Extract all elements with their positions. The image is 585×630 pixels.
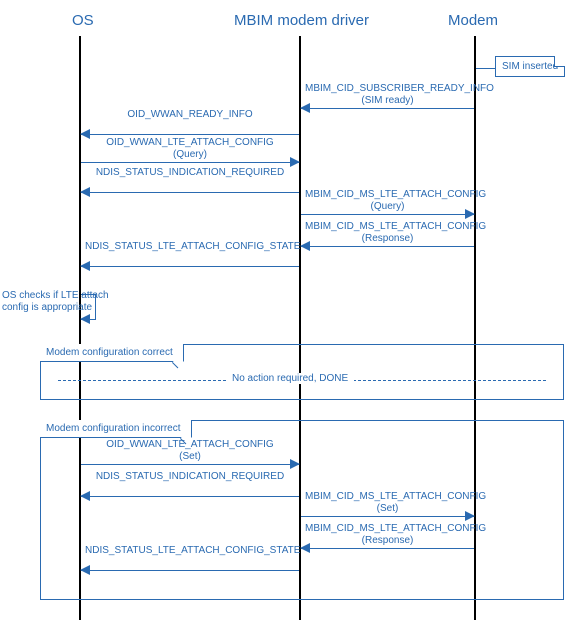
- msg-ndis-lte-attach-state: NDIS_STATUS_LTE_ATTACH_CONFIG_STATE: [81, 254, 299, 255]
- msg-ndis-indication-required: NDIS_STATUS_INDICATION_REQUIRED: [81, 180, 299, 181]
- group-config-incorrect-label: Modem configuration incorrect: [40, 420, 192, 438]
- msg-mbim-lte-attach-set: MBIM_CID_MS_LTE_ATTACH_CONFIG (Set): [301, 504, 474, 505]
- self-arrow-os-check: [81, 294, 96, 320]
- msg-label: MBIM_CID_SUBSCRIBER_READY_INFO: [305, 83, 470, 95]
- msg-label: OID_WWAN_READY_INFO: [127, 109, 252, 120]
- participant-os-label: OS: [72, 12, 94, 29]
- group-config-correct-label: Modem configuration correct: [40, 344, 184, 362]
- msg-mbim-lte-attach-response-2: MBIM_CID_MS_LTE_ATTACH_CONFIG (Response): [301, 536, 474, 537]
- msg-label-sub: (Response): [305, 535, 470, 547]
- msg-label-sub: (SIM ready): [305, 95, 470, 107]
- msg-label: MBIM_CID_MS_LTE_ATTACH_CONFIG: [305, 221, 470, 233]
- participant-modem-label: Modem: [448, 12, 498, 29]
- msg-label: NDIS_STATUS_LTE_ATTACH_CONFIG_STATE: [85, 545, 300, 556]
- msg-label: MBIM_CID_MS_LTE_ATTACH_CONFIG: [305, 523, 470, 535]
- note-connector: [476, 68, 495, 69]
- msg-ndis-lte-attach-state-2: NDIS_STATUS_LTE_ATTACH_CONFIG_STATE: [81, 558, 299, 559]
- msg-label-sub: (Response): [305, 233, 470, 245]
- msg-oid-lte-attach-query: OID_WWAN_LTE_ATTACH_CONFIG (Query): [81, 150, 299, 151]
- msg-label: MBIM_CID_MS_LTE_ATTACH_CONFIG: [305, 491, 470, 503]
- msg-mbim-lte-attach-query: MBIM_CID_MS_LTE_ATTACH_CONFIG (Query): [301, 202, 474, 203]
- msg-ndis-indication-required-2: NDIS_STATUS_INDICATION_REQUIRED: [81, 484, 299, 485]
- note-sim-inserted: SIM inserted: [495, 56, 565, 77]
- msg-label: NDIS_STATUS_LTE_ATTACH_CONFIG_STATE: [85, 241, 300, 252]
- msg-label: MBIM_CID_MS_LTE_ATTACH_CONFIG: [305, 189, 470, 201]
- note-sim-inserted-text: SIM inserted: [502, 61, 558, 72]
- msg-label-sub: (Query): [85, 149, 295, 161]
- msg-label-sub: (Set): [85, 451, 295, 463]
- msg-oid-lte-attach-set: OID_WWAN_LTE_ATTACH_CONFIG (Set): [81, 452, 299, 453]
- msg-label: NDIS_STATUS_INDICATION_REQUIRED: [96, 167, 284, 178]
- group-config-correct: Modem configuration correct: [40, 344, 564, 400]
- participant-driver-label: MBIM modem driver: [234, 12, 369, 29]
- divider-done-text: No action required, DONE: [226, 373, 354, 384]
- msg-label: OID_WWAN_LTE_ATTACH_CONFIG: [85, 137, 295, 149]
- msg-label: OID_WWAN_LTE_ATTACH_CONFIG: [85, 439, 295, 451]
- msg-label-sub: (Set): [305, 503, 470, 515]
- msg-oid-ready-info: OID_WWAN_READY_INFO: [81, 122, 299, 123]
- msg-label-sub: (Query): [305, 201, 470, 213]
- msg-label: NDIS_STATUS_INDICATION_REQUIRED: [96, 471, 284, 482]
- msg-subscriber-ready-info: MBIM_CID_SUBSCRIBER_READY_INFO (SIM read…: [301, 96, 474, 97]
- msg-mbim-lte-attach-response: MBIM_CID_MS_LTE_ATTACH_CONFIG (Response): [301, 234, 474, 235]
